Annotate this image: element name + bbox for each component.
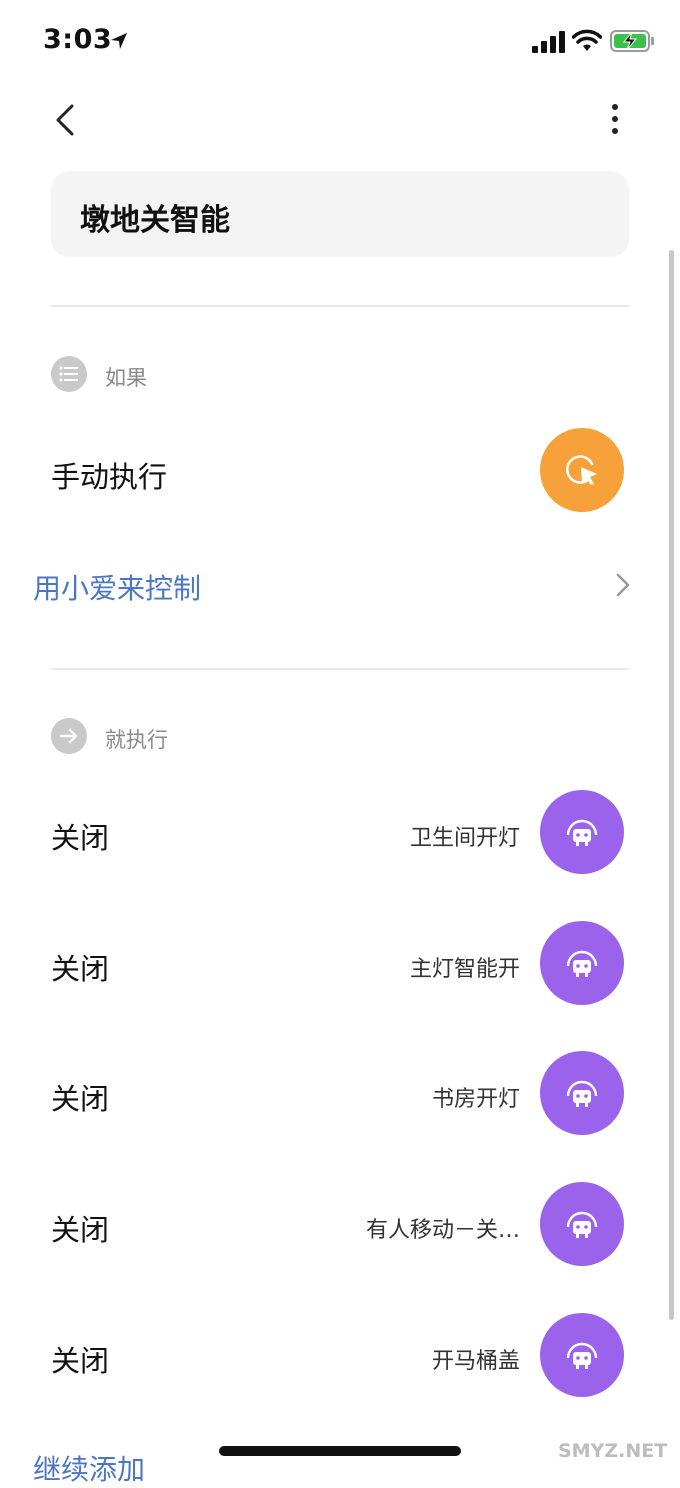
more-options-button[interactable] <box>600 100 630 140</box>
then-section-label: 就执行 <box>105 728 168 752</box>
scene-name: 墩地关智能 <box>80 203 230 238</box>
divider <box>51 305 629 307</box>
robot-icon <box>566 1211 598 1238</box>
action-device-button[interactable] <box>540 921 624 1005</box>
list-icon <box>51 356 87 392</box>
robot-icon <box>566 819 598 846</box>
action-device-button[interactable] <box>540 790 624 874</box>
divider <box>51 668 629 670</box>
trigger-button[interactable] <box>540 428 624 512</box>
continue-add-button[interactable]: 继续添加 <box>33 1448 145 1488</box>
if-section-label: 如果 <box>105 366 147 390</box>
cellular-signal-icon <box>532 31 565 53</box>
home-indicator[interactable] <box>219 1446 461 1456</box>
trigger-label: 手动执行 <box>51 460 168 494</box>
robot-icon <box>566 1080 598 1107</box>
wifi-icon <box>572 29 602 51</box>
action-target[interactable]: 主灯智能开 <box>280 951 520 983</box>
action-type: 关闭 <box>51 1344 110 1378</box>
scrollbar[interactable] <box>669 250 674 1320</box>
location-arrow-icon <box>111 33 127 49</box>
action-device-button[interactable] <box>540 1182 624 1266</box>
voice-control-link[interactable]: 用小爱来控制 <box>33 567 201 607</box>
chevron-right-icon[interactable] <box>614 572 632 598</box>
robot-icon <box>566 950 598 977</box>
action-target[interactable]: 书房开灯 <box>280 1081 520 1113</box>
watermark: SMYZ.NET <box>558 1440 668 1462</box>
action-device-button[interactable] <box>540 1051 624 1135</box>
battery-charging-icon <box>610 30 654 52</box>
status-time: 3:03 <box>43 24 113 55</box>
action-type: 关闭 <box>51 952 110 986</box>
back-button[interactable] <box>48 100 84 140</box>
cursor-click-icon <box>566 455 597 485</box>
action-type: 关闭 <box>51 821 110 855</box>
arrow-right-icon <box>51 718 87 754</box>
robot-icon <box>566 1342 598 1369</box>
action-target[interactable]: 开马桶盖 <box>280 1343 520 1375</box>
action-type: 关闭 <box>51 1082 110 1116</box>
action-target[interactable]: 有人移动－关… <box>280 1212 520 1244</box>
action-type: 关闭 <box>51 1213 110 1247</box>
action-device-button[interactable] <box>540 1313 624 1397</box>
action-target[interactable]: 卫生间开灯 <box>280 820 520 852</box>
